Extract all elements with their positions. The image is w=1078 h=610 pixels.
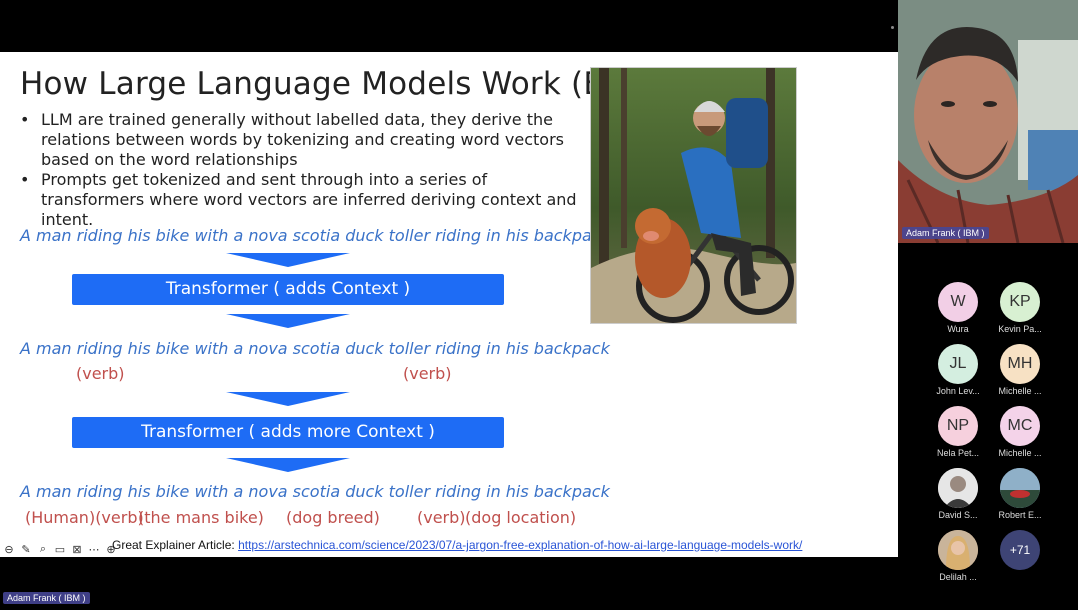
article-link[interactable]: https://arstechnica.com/science/2023/07/… <box>238 538 802 552</box>
back-icon[interactable]: ⊖ <box>2 542 16 556</box>
zoom-icon[interactable]: ⌕ <box>36 542 50 556</box>
participant-name: David S... <box>938 510 978 520</box>
avatar-photo <box>938 468 978 508</box>
presenter-name-tag: Adam Frank ( IBM ) <box>3 592 90 604</box>
participant-tile[interactable]: David S... <box>927 468 989 520</box>
pen-icon[interactable]: ✎ <box>19 542 33 556</box>
participant-name: Kevin Pa... <box>998 324 1042 334</box>
avatar: W <box>938 282 978 322</box>
avatar-initials: NP <box>946 417 970 434</box>
slide-toolbar: ⊖ ✎ ⌕ ▭ ⊠ ⋯ ⊕ <box>2 542 118 556</box>
avatar: +71 <box>1000 530 1040 570</box>
forward-icon[interactable]: ⊕ <box>104 542 118 556</box>
cyclist-dog-photo <box>590 67 797 324</box>
avatar: NP <box>938 406 978 446</box>
participant-tile[interactable]: MH Michelle ... <box>989 344 1051 396</box>
footer-label: Great Explainer Article: <box>112 538 235 552</box>
avatar-photo <box>938 530 978 570</box>
indicator-dot <box>891 26 894 29</box>
avatar-initials: JL <box>949 355 967 372</box>
slide-footer: Great Explainer Article: https://arstech… <box>112 538 802 552</box>
example-sentence-2: A man riding his bike with a nova scotia… <box>20 339 610 358</box>
down-arrow-icon <box>226 253 350 267</box>
participant-name: Nela Pet... <box>936 448 980 458</box>
participant-tile[interactable]: MC Michelle ... <box>989 406 1051 458</box>
avatar: MH <box>1000 344 1040 384</box>
bullet-item: LLM are trained generally without labell… <box>20 110 585 170</box>
dog-location-label: (dog location) <box>465 508 577 527</box>
avatar: KP <box>1000 282 1040 322</box>
avatar-initials: MC <box>1007 417 1033 434</box>
verb-label: (verb) <box>76 364 125 383</box>
example-sentence-3: A man riding his bike with a nova scotia… <box>20 482 610 501</box>
participant-name: Delilah ... <box>939 572 977 582</box>
avatar: JL <box>938 344 978 384</box>
speaker-name-tag: Adam Frank ( IBM ) <box>902 227 989 239</box>
captions-icon[interactable]: ▭ <box>53 542 67 556</box>
speaker-video[interactable]: Adam Frank ( IBM ) <box>898 0 1078 243</box>
avatar: MC <box>1000 406 1040 446</box>
participant-name: Robert E... <box>998 510 1042 520</box>
participant-name: Michelle ... <box>998 448 1042 458</box>
example-sentence-1: A man riding his bike with a nova scotia… <box>20 226 610 245</box>
avatar-initials: KP <box>1009 293 1031 310</box>
transformer-box-1: Transformer ( adds Context ) <box>72 274 504 305</box>
participant-tile[interactable]: Robert E... <box>989 468 1051 520</box>
slide-title: How Large Language Models Work (ELI5) <box>20 66 663 102</box>
participant-name: Wura <box>947 324 969 334</box>
human-verb-label: (Human)(verb) <box>25 508 144 527</box>
camera-off-icon[interactable]: ⊠ <box>70 542 84 556</box>
participant-tile[interactable]: KP Kevin Pa... <box>989 282 1051 334</box>
down-arrow-icon <box>226 314 350 328</box>
down-arrow-icon <box>226 392 350 406</box>
participant-tile[interactable]: JL John Lev... <box>927 344 989 396</box>
verb-label: (verb) <box>417 508 466 527</box>
avatar-initials: W <box>950 293 966 310</box>
more-options-icon[interactable]: ⋯ <box>87 542 101 556</box>
participant-tile[interactable]: Delilah ... <box>927 530 989 582</box>
down-arrow-icon <box>226 458 350 472</box>
verb-label: (verb) <box>403 364 452 383</box>
more-count: +71 <box>1009 543 1031 557</box>
transformer-box-2: Transformer ( adds more Context ) <box>72 417 504 448</box>
mans-bike-label: (the mans bike) <box>138 508 264 527</box>
participant-name: John Lev... <box>936 386 980 396</box>
participant-tile[interactable]: W Wura <box>927 282 989 334</box>
participant-name: Michelle ... <box>998 386 1042 396</box>
shared-slide: How Large Language Models Work (ELI5) LL… <box>0 52 898 557</box>
more-participants-button[interactable]: +71 <box>989 530 1051 570</box>
participant-tile[interactable]: NP Nela Pet... <box>927 406 989 458</box>
avatar-initials: MH <box>1007 355 1033 372</box>
dog-breed-label: (dog breed) <box>286 508 380 527</box>
slide-bullet-list: LLM are trained generally without labell… <box>20 110 585 230</box>
avatar-photo <box>1000 468 1040 508</box>
bullet-item: Prompts get tokenized and sent through i… <box>20 170 585 230</box>
